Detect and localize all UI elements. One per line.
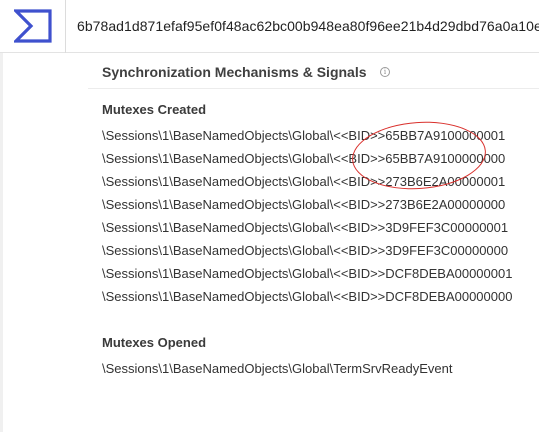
logo[interactable] (0, 0, 66, 53)
mutexes-created-title: Mutexes Created (102, 102, 207, 117)
top-bar: 6b78ad1d871efaf95ef0f48ac62bc00b948ea80f… (0, 0, 539, 53)
section-header: Synchronization Mechanisms & Signals i (88, 53, 539, 89)
list-item: \Sessions\1\BaseNamedObjects\Global\<<BI… (102, 266, 513, 281)
info-icon[interactable]: i (380, 67, 390, 77)
sigma-icon[interactable] (13, 9, 52, 43)
list-item: \Sessions\1\BaseNamedObjects\Global\<<BI… (102, 220, 509, 235)
mutexes-opened-title: Mutexes Opened (102, 335, 207, 350)
list-item: \Sessions\1\BaseNamedObjects\Global\<<BI… (102, 197, 506, 212)
list-item: \Sessions\1\BaseNamedObjects\Global\<<BI… (102, 243, 509, 258)
side-rail (0, 53, 3, 432)
file-hash: 6b78ad1d871efaf95ef0f48ac62bc00b948ea80f… (77, 18, 539, 34)
list-item: \Sessions\1\BaseNamedObjects\Global\<<BI… (102, 151, 506, 166)
sync-panel: Synchronization Mechanisms & Signals i M… (88, 53, 539, 432)
section-title: Synchronization Mechanisms & Signals (102, 64, 367, 80)
list-item: \Sessions\1\BaseNamedObjects\Global\Term… (102, 361, 453, 376)
list-item: \Sessions\1\BaseNamedObjects\Global\<<BI… (102, 174, 506, 189)
list-item: \Sessions\1\BaseNamedObjects\Global\<<BI… (102, 128, 506, 143)
list-item: \Sessions\1\BaseNamedObjects\Global\<<BI… (102, 289, 513, 304)
